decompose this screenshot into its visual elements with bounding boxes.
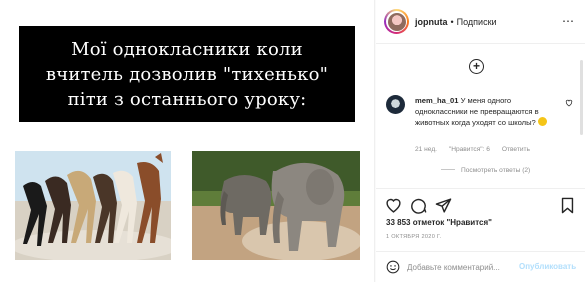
reply-button[interactable]: Ответить xyxy=(502,146,530,153)
following-button[interactable]: Подписки xyxy=(457,17,497,27)
replies-divider-line xyxy=(441,169,455,170)
view-replies-button[interactable]: Посмотреть ответы (2) xyxy=(441,167,530,174)
comment-likes-count[interactable]: "Нравится": 6 xyxy=(449,146,490,153)
load-more-comments-icon[interactable]: + xyxy=(469,59,484,74)
horses-illustration xyxy=(15,151,171,260)
author-username[interactable]: jopnuta xyxy=(415,17,448,27)
emoji-smile-icon[interactable] xyxy=(386,260,400,274)
post-actions-bar xyxy=(376,188,585,218)
commenter-avatar[interactable] xyxy=(386,95,405,114)
commenter-username[interactable]: mem_ha_01 xyxy=(415,96,458,105)
comment-bubble-icon[interactable] xyxy=(410,197,427,214)
comment-meta: 21 нед. "Нравится": 6 Ответить xyxy=(415,146,575,153)
meme-caption-box: Мої однокласники коли вчитель дозволив "… xyxy=(19,26,355,122)
author-avatar[interactable] xyxy=(384,9,409,34)
view-replies-label: Посмотреть ответы (2) xyxy=(461,167,531,174)
publish-button[interactable]: Опубликовать xyxy=(519,262,576,271)
like-heart-icon[interactable] xyxy=(385,197,402,214)
more-options-icon[interactable]: ⋯ xyxy=(562,14,575,28)
post-header: jopnuta • Подписки ⋯ xyxy=(376,0,585,44)
comments-scrollbar[interactable] xyxy=(580,60,583,135)
separator-dot: • xyxy=(450,16,454,27)
comment-body: mem_ha_01 У меня одного одноклассники не… xyxy=(415,95,555,128)
add-comment-bar: Опубликовать xyxy=(376,251,585,282)
post-image: Мої однокласники коли вчитель дозволив "… xyxy=(0,0,375,282)
comment-time[interactable]: 21 нед. xyxy=(415,146,437,153)
comment-input[interactable] xyxy=(407,260,527,274)
thinking-face-icon xyxy=(537,117,547,126)
share-paper-plane-icon[interactable] xyxy=(435,197,452,214)
comment-like-heart-icon[interactable] xyxy=(565,99,573,107)
meme-caption-text: Мої однокласники коли вчитель дозволив "… xyxy=(45,38,329,110)
post-date[interactable]: 1 ОКТЯБРЯ 2020 Г. xyxy=(386,234,441,240)
save-bookmark-icon[interactable] xyxy=(559,197,576,214)
elephants-illustration xyxy=(192,151,360,260)
likes-count[interactable]: 33 853 отметок "Нравится" xyxy=(386,218,492,227)
post-sidebar: jopnuta • Подписки ⋯ + mem_ha_01 У меня … xyxy=(376,0,585,282)
horses-photo xyxy=(15,151,171,260)
elephants-photo xyxy=(192,151,360,260)
author-avatar-image xyxy=(387,12,406,31)
